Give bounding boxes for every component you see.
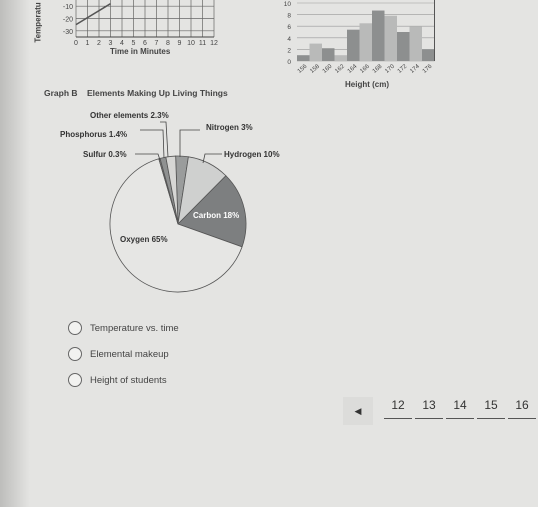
bar [322, 48, 335, 61]
page-15[interactable]: 15 [477, 398, 505, 419]
leader-line [179, 129, 200, 157]
prev-page-button[interactable]: ◀ [343, 397, 373, 425]
bar [334, 55, 347, 61]
y-tick-label: -20 [63, 17, 73, 24]
y-tick-label: 6 [287, 24, 291, 31]
bar-chart-xlabel: Height (cm) [345, 80, 389, 89]
graph-b-label: Graph B [44, 88, 78, 98]
x-tick-label: 174 [409, 63, 421, 74]
x-tick-label: 1 [86, 40, 90, 47]
x-tick-label: 156 [297, 63, 309, 74]
x-tick-label: 162 [334, 63, 346, 74]
graph-b-heading: Graph B Elements Making Up Living Things [44, 88, 228, 98]
page-14[interactable]: 14 [446, 398, 474, 419]
line-chart-ylabel: Temperatu [33, 2, 43, 43]
y-tick-label: -10 [63, 4, 73, 11]
x-tick-label: 172 [397, 63, 409, 74]
x-tick-label: 164 [347, 63, 359, 74]
slice-label: Carbon 18% [193, 211, 239, 220]
option-height[interactable]: Height of students [68, 373, 167, 387]
bar [297, 55, 310, 61]
page-12[interactable]: 12 [384, 398, 412, 419]
y-tick-label: 2 [287, 47, 291, 54]
x-tick-label: 6 [143, 40, 147, 47]
x-tick-label: 160 [322, 63, 334, 74]
y-tick-label: 4 [287, 36, 291, 43]
radio-button[interactable] [68, 321, 82, 335]
x-tick-label: 3 [109, 40, 113, 47]
x-tick-label: 158 [309, 63, 321, 74]
x-tick-label: 0 [74, 40, 78, 47]
pie-chart: Nitrogen 3% Hydrogen 10% Carbon 18% Oxygen … [60, 111, 280, 293]
slice-label: Other elements 2.3% [90, 111, 169, 120]
y-tick-label: -30 [63, 29, 73, 36]
bar [422, 49, 435, 61]
bar-chart: 0 2 4 6 8 10 156 158 160 162 164 166 168 170 172 174 176 [284, 0, 435, 75]
bar [359, 23, 372, 61]
x-tick-label: 170 [384, 63, 396, 74]
slice-label: Hydrogen 10% [224, 150, 280, 159]
option-label: Elemental makeup [90, 348, 169, 360]
bar [397, 32, 410, 61]
radio-button[interactable] [68, 373, 82, 387]
y-tick-label: 0 [287, 59, 291, 66]
y-tick-label: 8 [287, 13, 291, 20]
option-temperature[interactable]: Temperature vs. time [68, 321, 179, 335]
x-tick-label: 166 [359, 63, 371, 74]
x-tick-label: 12 [210, 40, 218, 47]
page-13[interactable]: 13 [415, 398, 443, 419]
slice-label: Oxygen 65% [120, 235, 168, 244]
option-elemental[interactable]: Elemental makeup [68, 347, 169, 361]
line-chart-xlabel: Time in Minutes [110, 47, 171, 56]
x-tick-label: 9 [178, 40, 182, 47]
graph-b-title: Elements Making Up Living Things [86, 88, 228, 98]
leader-line [135, 153, 161, 161]
x-tick-label: 168 [372, 63, 384, 74]
x-tick-label: 11 [199, 40, 206, 47]
bar [372, 10, 385, 61]
slice-label: Sulfur 0.3% [83, 150, 127, 159]
radio-button[interactable] [68, 347, 82, 361]
x-tick-label: 176 [422, 63, 434, 74]
x-tick-label: 10 [187, 40, 195, 47]
bar [384, 15, 397, 61]
x-tick-label: 8 [166, 40, 170, 47]
slice-label: Phosphorus 1.4% [60, 130, 127, 139]
data-line [75, 3, 111, 26]
option-label: Temperature vs. time [90, 322, 179, 334]
triangle-left-icon: ◀ [354, 405, 362, 416]
y-tick-label: 10 [284, 1, 292, 8]
x-tick-label: 2 [97, 40, 101, 47]
x-tick-label: 4 [120, 40, 124, 47]
bar [409, 26, 422, 61]
x-tick-label: 5 [132, 40, 136, 47]
bar [347, 29, 360, 61]
option-label: Height of students [90, 374, 167, 386]
bar [309, 43, 322, 61]
slice-label: Nitrogen 3% [206, 123, 253, 132]
page-16[interactable]: 16 [508, 398, 536, 419]
x-tick-label: 7 [155, 40, 159, 47]
